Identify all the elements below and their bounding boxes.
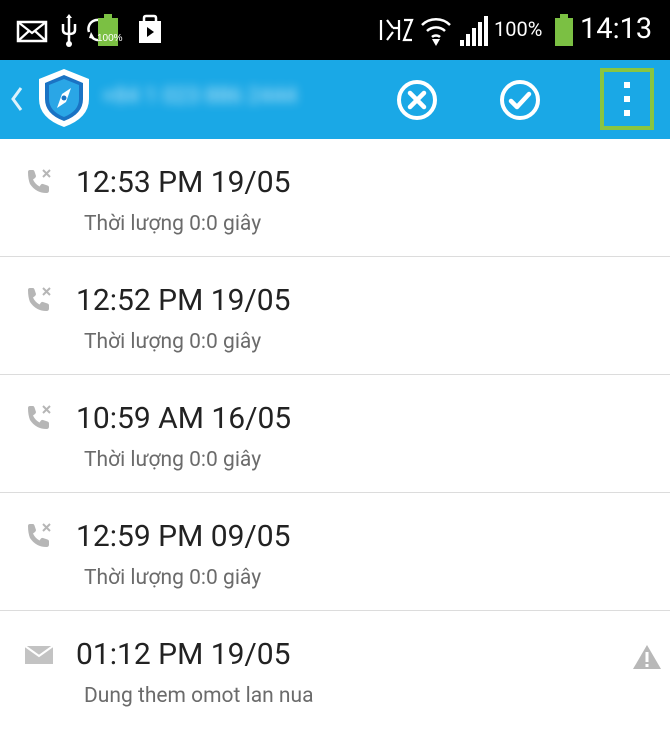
overflow-menu-button[interactable] (600, 68, 654, 130)
nfc-icon (379, 18, 414, 42)
back-chevron-icon[interactable] (10, 84, 24, 114)
email-notification-icon (16, 20, 48, 43)
call-time: 12:52 PM 19/05 (76, 283, 291, 318)
battery-icon (555, 14, 573, 46)
list-item[interactable]: 01:12 PM 19/05 Dung them omot lan nua (0, 611, 670, 729)
shield-logo-icon[interactable] (35, 66, 93, 130)
signal-strength-icon (460, 16, 488, 46)
missed-call-icon (28, 523, 51, 547)
missed-call-icon (28, 405, 51, 429)
call-log-list: 12:53 PM 19/05 Thời lượng 0:0 giây 12:52… (0, 139, 670, 729)
call-duration: Thời lượng 0:0 giây (84, 448, 262, 472)
message-time: 01:12 PM 19/05 (76, 637, 291, 672)
bag-icon (139, 14, 161, 43)
list-item[interactable]: 10:59 AM 16/05 Thời lượng 0:0 giây (0, 375, 670, 493)
call-time: 10:59 AM 16/05 (76, 401, 292, 436)
list-item[interactable]: 12:53 PM 19/05 Thời lượng 0:0 giây (0, 139, 670, 257)
call-duration: Thời lượng 0:0 giây (84, 566, 262, 590)
missed-call-icon (28, 287, 51, 311)
missed-call-icon (28, 169, 51, 193)
call-duration: Thời lượng 0:0 giây (84, 212, 262, 236)
battery-percent: 100% (494, 17, 543, 41)
wifi-icon (421, 18, 451, 46)
clock: 14:13 (580, 12, 653, 46)
call-time: 12:59 PM 09/05 (76, 519, 291, 554)
list-item[interactable]: 12:52 PM 19/05 Thời lượng 0:0 giây (0, 257, 670, 375)
usb-icon (61, 14, 77, 47)
message-envelope-icon (24, 645, 54, 664)
call-duration: Thời lượng 0:0 giây (84, 330, 262, 354)
cancel-button[interactable] (395, 78, 439, 122)
list-item[interactable]: 12:59 PM 09/05 Thời lượng 0:0 giây (0, 493, 670, 611)
battery-small-label: 100% (97, 33, 123, 44)
message-preview: Dung them omot lan nua (84, 684, 314, 708)
contact-number-title: +84 1 023 886 2444 (102, 84, 298, 109)
warning-icon[interactable] (632, 643, 662, 671)
more-vertical-icon (624, 82, 630, 116)
status-bar: 100% 100% 14:13 (0, 0, 670, 60)
confirm-button[interactable] (498, 78, 542, 122)
action-bar: +84 1 023 886 2444 (0, 60, 670, 139)
call-time: 12:53 PM 19/05 (76, 165, 291, 200)
